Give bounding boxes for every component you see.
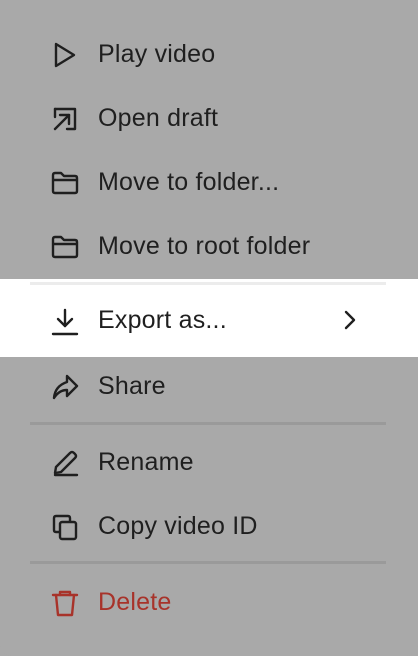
- chevron-right-icon: [338, 308, 362, 332]
- menu-item-label: Share: [98, 371, 166, 400]
- divider: [30, 561, 386, 564]
- menu-item-label: Rename: [98, 447, 194, 476]
- menu-item-move-to-root-folder[interactable]: Move to root folder: [0, 214, 418, 278]
- menu-item-delete[interactable]: Delete: [0, 570, 418, 634]
- trash-icon: [50, 588, 80, 618]
- play-icon: [50, 40, 80, 70]
- divider: [30, 422, 386, 425]
- menu-item-label: Export as...: [98, 306, 227, 334]
- menu-item-label: Move to root folder: [98, 231, 311, 260]
- menu-item-move-to-folder[interactable]: Move to folder...: [0, 150, 418, 214]
- menu-item-label: Copy video ID: [98, 511, 258, 540]
- menu-item-share[interactable]: Share: [0, 354, 418, 418]
- menu-item-rename[interactable]: Rename: [0, 430, 418, 494]
- menu-item-label: Open draft: [98, 103, 219, 132]
- folder-icon: [50, 168, 80, 198]
- menu-item-play-video[interactable]: Play video: [0, 22, 418, 86]
- share-icon: [50, 372, 80, 402]
- menu-item-label: Play video: [98, 39, 216, 68]
- open-external-icon: [50, 104, 80, 134]
- menu-item-export-as[interactable]: Export as...: [0, 279, 418, 357]
- divider: [30, 282, 386, 285]
- copy-icon: [50, 512, 80, 542]
- menu-item-label: Move to folder...: [98, 167, 280, 196]
- menu-item-copy-video-id[interactable]: Copy video ID: [0, 494, 418, 558]
- download-icon: [50, 307, 80, 337]
- context-menu: Play video Open draft Move to folder...: [0, 0, 418, 656]
- menu-item-label: Delete: [98, 587, 172, 616]
- menu-item-open-draft[interactable]: Open draft: [0, 86, 418, 150]
- pencil-icon: [50, 448, 80, 478]
- folder-icon: [50, 232, 80, 262]
